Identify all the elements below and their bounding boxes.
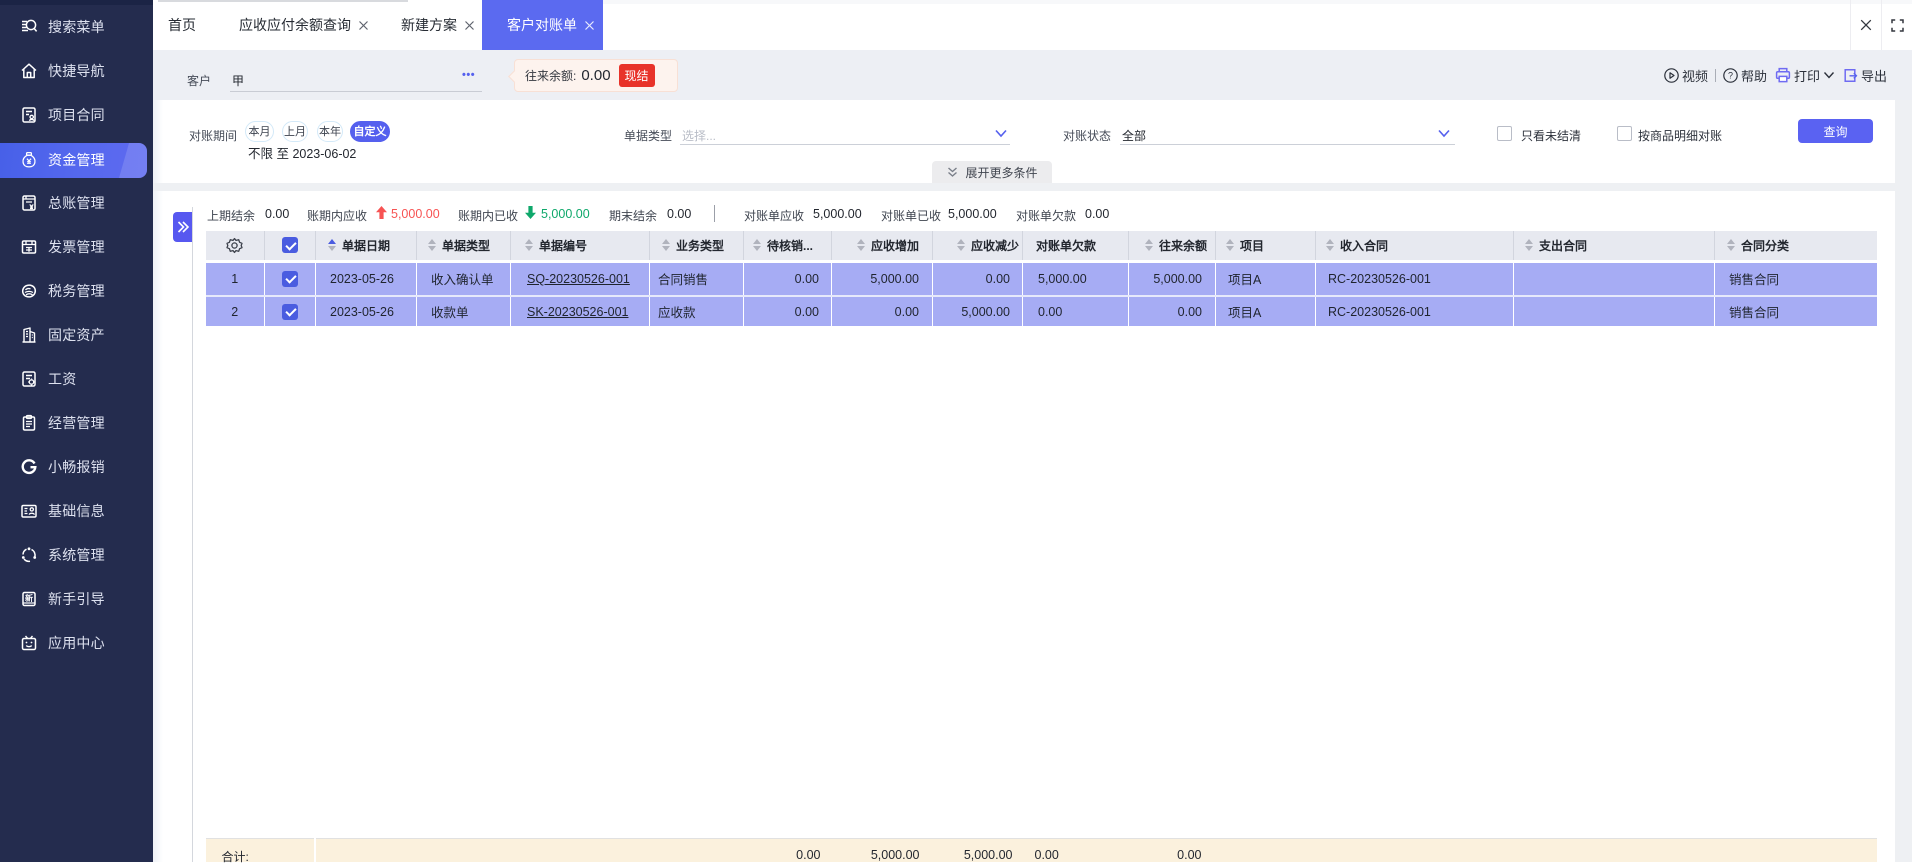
svg-text:?: ?	[1728, 70, 1733, 80]
svg-text:新: 新	[25, 593, 33, 603]
